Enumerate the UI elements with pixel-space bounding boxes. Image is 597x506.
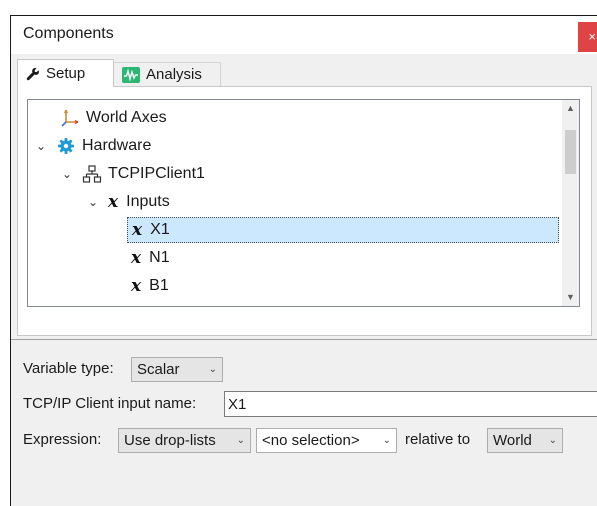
expression-selection-select[interactable]: <no selection> ⌄ bbox=[256, 428, 397, 453]
tree-item-label: World Axes bbox=[86, 109, 167, 126]
variable-x-icon: x bbox=[131, 276, 142, 296]
gear-icon bbox=[56, 136, 76, 156]
tree-scrollbar[interactable]: ▲ ▼ bbox=[562, 100, 579, 306]
tabs-area: Setup Analysis World Axes ⌄ Hardware ⌄ T… bbox=[11, 54, 597, 339]
variable-type-value: Scalar bbox=[137, 361, 180, 378]
tab-analysis-label: Analysis bbox=[146, 66, 202, 83]
components-window: Components × Setup Analysis World Axes ⌄… bbox=[10, 15, 597, 506]
chevron-down-icon[interactable]: ⌄ bbox=[60, 167, 74, 181]
properties-panel: Variable type: Scalar ⌄ TCP/IP Client in… bbox=[11, 340, 597, 506]
scroll-up-icon[interactable]: ▲ bbox=[562, 100, 579, 117]
close-button[interactable]: × bbox=[578, 22, 597, 52]
tree-item-hardware[interactable]: ⌄ Hardware bbox=[34, 132, 566, 160]
relative-to-select[interactable]: World ⌄ bbox=[487, 428, 563, 453]
variable-type-label: Variable type: bbox=[23, 360, 114, 377]
network-icon bbox=[82, 164, 102, 184]
tree-item-label: X1 bbox=[150, 221, 170, 238]
tree-item-tcpipclient1[interactable]: ⌄ TCPIPClient1 bbox=[60, 160, 579, 188]
variable-type-select[interactable]: Scalar ⌄ bbox=[131, 357, 223, 382]
tab-setup[interactable]: Setup bbox=[17, 59, 114, 87]
tree-item-label: B1 bbox=[149, 277, 169, 294]
tree-item-b1[interactable]: x B1 bbox=[131, 272, 579, 300]
tree-item-label: Inputs bbox=[126, 193, 170, 210]
tree-item-label: Hardware bbox=[82, 137, 152, 154]
chevron-down-icon: ⌄ bbox=[208, 364, 217, 375]
tree-item-n1[interactable]: x N1 bbox=[131, 244, 579, 272]
chevron-down-icon[interactable]: ⌄ bbox=[86, 195, 100, 209]
input-name-field[interactable]: X1 bbox=[224, 391, 597, 417]
tree-item-inputs[interactable]: ⌄ x Inputs bbox=[86, 188, 579, 216]
tab-analysis[interactable]: Analysis bbox=[114, 62, 221, 86]
axes-icon bbox=[60, 108, 80, 128]
expression-mode-select[interactable]: Use drop-lists ⌄ bbox=[118, 428, 251, 453]
wrench-icon bbox=[26, 67, 39, 80]
variable-x-icon: x bbox=[132, 220, 143, 240]
tree-item-label: TCPIPClient1 bbox=[108, 165, 205, 182]
chevron-down-icon[interactable]: ⌄ bbox=[34, 139, 48, 153]
close-icon: × bbox=[588, 29, 596, 44]
title-bar: Components × bbox=[11, 16, 597, 54]
window-title: Components bbox=[23, 25, 114, 42]
variable-x-icon: x bbox=[131, 248, 142, 268]
expression-label: Expression: bbox=[23, 431, 102, 448]
relative-to-value: World bbox=[493, 432, 532, 449]
expression-selection-value: <no selection> bbox=[262, 432, 360, 449]
expression-mode-value: Use drop-lists bbox=[124, 432, 216, 449]
scroll-thumb[interactable] bbox=[565, 130, 576, 174]
chevron-down-icon: ⌄ bbox=[382, 435, 391, 446]
tab-setup-label: Setup bbox=[46, 65, 86, 82]
component-tree[interactable]: World Axes ⌄ Hardware ⌄ TCPIPClient1 ⌄ x… bbox=[27, 99, 580, 307]
tree-item-label: N1 bbox=[149, 249, 170, 266]
input-name-value: X1 bbox=[228, 395, 247, 413]
scroll-down-icon[interactable]: ▼ bbox=[562, 289, 579, 306]
analysis-icon bbox=[122, 66, 140, 83]
tree-item-x1[interactable]: x X1 bbox=[127, 216, 579, 244]
setup-panel: World Axes ⌄ Hardware ⌄ TCPIPClient1 ⌄ x… bbox=[17, 86, 592, 336]
input-name-label: TCP/IP Client input name: bbox=[23, 395, 197, 412]
selected-row-highlight: x X1 bbox=[127, 217, 559, 243]
chevron-down-icon: ⌄ bbox=[548, 435, 557, 446]
variable-x-icon: x bbox=[108, 192, 119, 212]
relative-to-label: relative to bbox=[405, 431, 471, 448]
tree-item-world-axes[interactable]: World Axes bbox=[60, 104, 579, 132]
chevron-down-icon: ⌄ bbox=[236, 435, 245, 446]
